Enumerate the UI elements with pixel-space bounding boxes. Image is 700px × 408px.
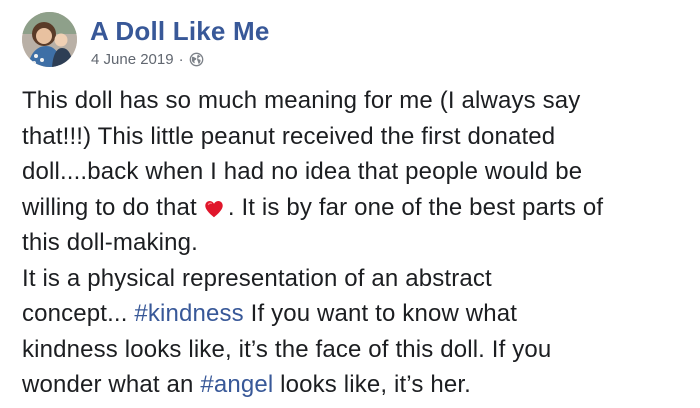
facebook-post: A Doll Like Me 4 June 2019 · This doll h… bbox=[0, 0, 700, 408]
post-text: that!!!) This little peanut received the… bbox=[22, 122, 556, 150]
post-text: this doll-making. bbox=[22, 229, 198, 256]
post-text: This doll has so much meaning for me (I … bbox=[22, 87, 581, 114]
post-line: doll....back when I had no idea that peo… bbox=[22, 154, 692, 190]
post-line: This doll has so much meaning for me (I … bbox=[22, 83, 692, 119]
page-name-link[interactable]: A Doll Like Me bbox=[90, 16, 270, 47]
globe-icon[interactable] bbox=[189, 52, 204, 67]
post-text: looks like, it’s her. bbox=[273, 371, 471, 398]
post-date[interactable]: 4 June 2019 bbox=[91, 51, 174, 68]
post-text: It is a physical representation of an ab… bbox=[22, 264, 492, 292]
post-body: This doll has so much meaning for me (I … bbox=[22, 83, 692, 403]
post-line: this doll-making. bbox=[22, 225, 692, 261]
post-line: wonder what an #angel looks like, it’s h… bbox=[22, 367, 692, 403]
post-text: wonder what an bbox=[22, 371, 201, 398]
hashtag-angel-link[interactable]: #angel bbox=[200, 371, 273, 398]
post-text: . It is by far one of the best parts of bbox=[227, 193, 604, 221]
post-text: doll....back when I had no idea that peo… bbox=[22, 158, 583, 185]
post-text: concept... bbox=[22, 300, 135, 327]
post-line: willing to do that . It is by far one of … bbox=[22, 190, 692, 226]
post-line: It is a physical representation of an ab… bbox=[22, 261, 692, 297]
post-line: that!!!) This little peanut received the… bbox=[22, 119, 692, 155]
post-line: concept... #kindness If you want to know… bbox=[22, 296, 692, 332]
meta-separator: · bbox=[178, 51, 184, 68]
post-text: kindness looks like, it’s the face of th… bbox=[22, 335, 552, 363]
post-text: If you want to know what bbox=[243, 300, 518, 327]
avatar[interactable] bbox=[22, 12, 77, 67]
hashtag-kindness-link[interactable]: #kindness bbox=[134, 300, 243, 327]
post-line: kindness looks like, it’s the face of th… bbox=[22, 332, 692, 368]
red-heart-icon bbox=[203, 198, 225, 220]
avatar-photo bbox=[22, 12, 77, 67]
post-text: willing to do that bbox=[22, 193, 197, 221]
post-meta: 4 June 2019 · bbox=[91, 51, 204, 68]
